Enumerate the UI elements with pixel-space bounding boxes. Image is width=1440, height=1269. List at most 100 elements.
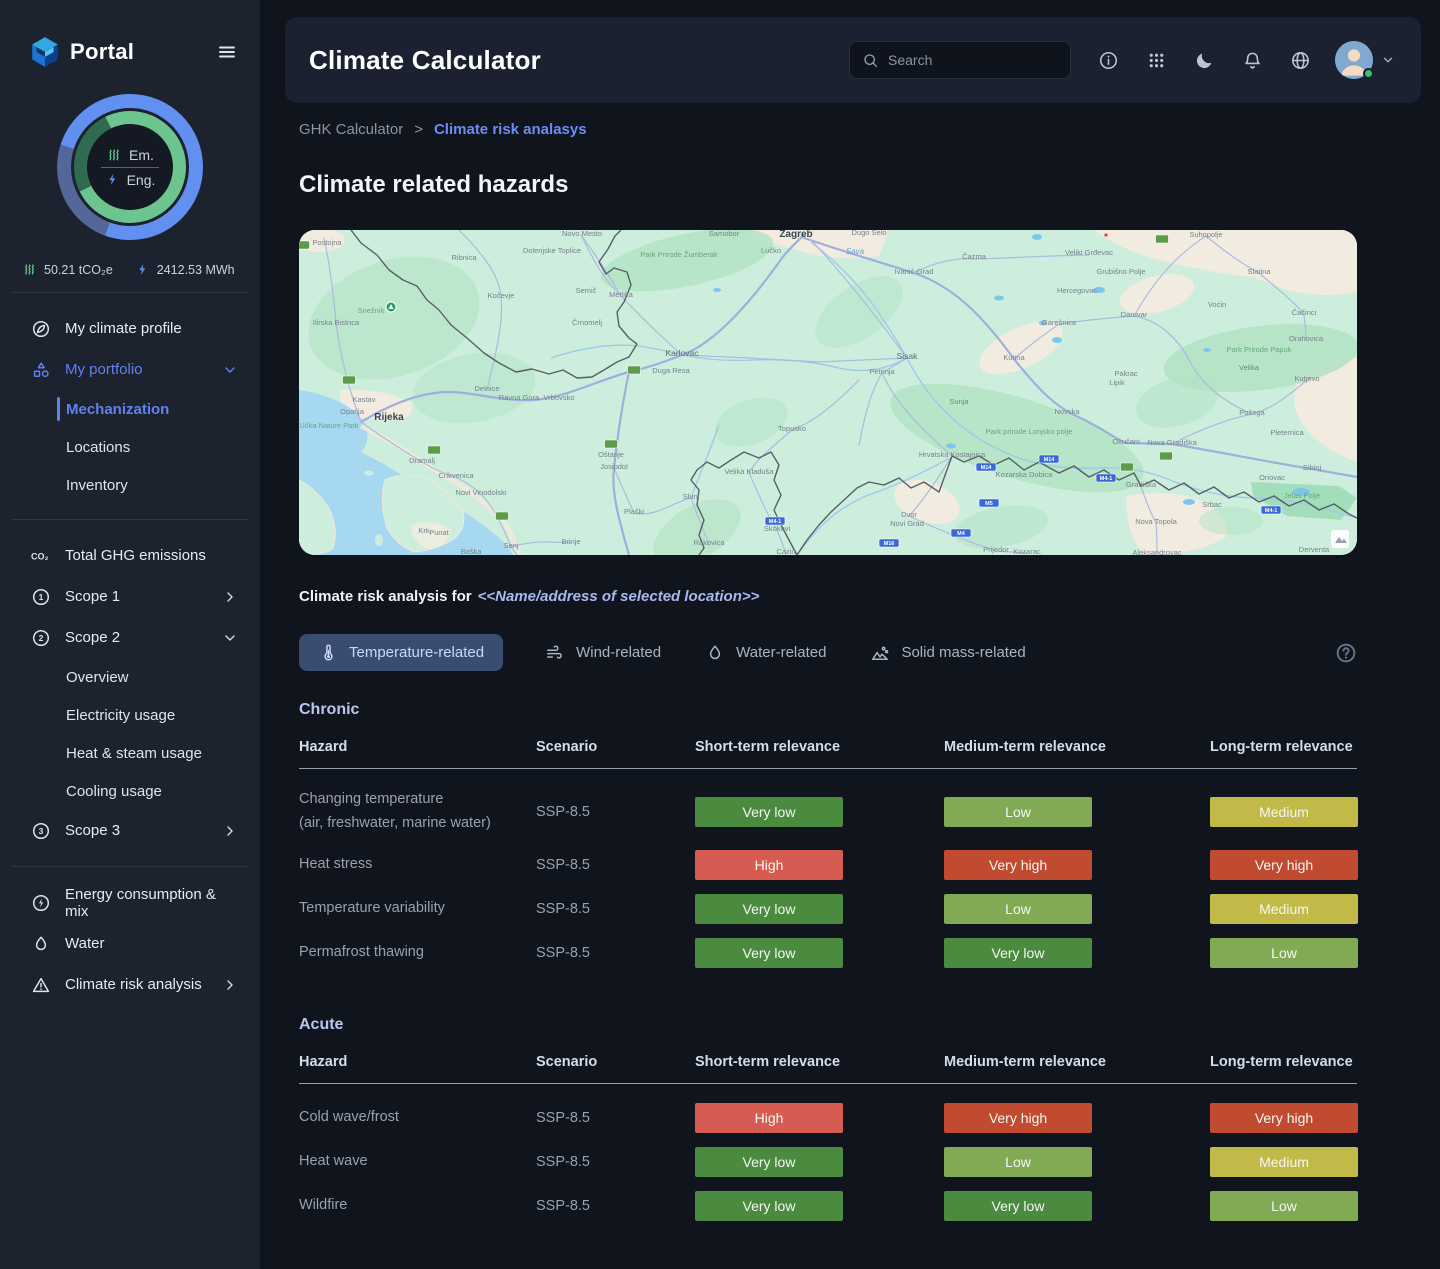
road-shield	[427, 445, 441, 455]
map-attribution-icon[interactable]	[1331, 530, 1349, 548]
chevron-down-icon	[1381, 53, 1395, 67]
risk-badge-very_low: Very low	[695, 893, 843, 924]
sidebar-item-scope-2[interactable]: 2 Scope 2	[0, 617, 260, 658]
sidebar-item-label: Total GHG emissions	[65, 547, 206, 564]
svg-text:Ilirska Bistrica: Ilirska Bistrica	[313, 318, 360, 327]
search-icon	[862, 52, 879, 69]
road-shield	[1159, 451, 1173, 461]
tab-water-related[interactable]: Water-related	[703, 634, 828, 671]
sidebar-subitem-cooling-usage[interactable]: Cooling usage	[0, 772, 260, 810]
sidebar-subitem-electricity-usage[interactable]: Electricity usage	[0, 696, 260, 734]
risk-badge-very_low: Very low	[695, 1146, 843, 1177]
road-shield: M4-1	[764, 516, 786, 526]
breadcrumb-parent[interactable]: GHK Calculator	[299, 121, 403, 138]
tab-temperature-related[interactable]: Temperature-related	[299, 634, 504, 671]
user-menu[interactable]	[1335, 41, 1395, 79]
road-shield: M14	[1038, 454, 1060, 464]
emissions-energy-gauge: Em. Eng.	[57, 94, 203, 240]
map[interactable]: Postojna Ilirska Bistrica Snežnik Ribnica Ko…	[299, 230, 1357, 555]
risk-badge-medium: Medium	[1210, 1146, 1358, 1177]
svg-text:Dramalj: Dramalj	[409, 456, 435, 465]
apps-grid-icon[interactable]	[1146, 50, 1167, 71]
road-shield: M16	[878, 538, 900, 548]
hazard-cell: Heat wave	[299, 1152, 368, 1169]
svg-text:M4: M4	[957, 531, 966, 537]
info-icon[interactable]	[1098, 50, 1119, 71]
svg-text:Garešnica: Garešnica	[1042, 318, 1077, 327]
table-row: Wildfire SSP-8.5 Very low Very low Low	[299, 1184, 1358, 1228]
search-box[interactable]	[849, 41, 1071, 79]
main: Climate Calculator GHK Calculator	[260, 0, 1440, 1269]
scenario-cell: SSP-8.5	[536, 1153, 590, 1170]
sidebar: Portal Em. Eng. 50.21 tCO₂e 2412.53 MWh …	[0, 0, 260, 1269]
road-shield	[299, 240, 310, 250]
relevance-cell: High	[695, 849, 944, 880]
breadcrumb-current[interactable]: Climate risk analasys	[434, 121, 587, 138]
tab-wind-related[interactable]: Wind-related	[543, 634, 663, 671]
relevance-cell: Medium	[1210, 796, 1358, 827]
avatar[interactable]	[1335, 41, 1374, 79]
tab-solid-mass-related[interactable]: Solid mass-related	[868, 634, 1027, 671]
svg-text:3: 3	[39, 826, 44, 836]
sidebar-item-scope-3[interactable]: 3 Scope 3	[0, 810, 260, 851]
table-row: Temperature variability SSP-8.5 Very low Lo…	[299, 887, 1358, 931]
sidebar-item-water[interactable]: Water	[0, 923, 260, 964]
svg-text:2: 2	[39, 633, 44, 643]
dark-mode-moon-icon[interactable]	[1194, 50, 1215, 71]
relevance-cell: Low	[944, 796, 1210, 827]
language-globe-icon[interactable]	[1290, 50, 1311, 71]
help-icon[interactable]	[1335, 642, 1357, 664]
sidebar-subitem-label: Mechanization	[66, 400, 170, 418]
svg-text:Sisak: Sisak	[897, 351, 919, 361]
scope-3-icon: 3	[30, 821, 52, 841]
svg-text:Krk: Krk	[418, 526, 430, 535]
svg-text:Suhopolje: Suhopolje	[1189, 230, 1222, 239]
svg-text:Velika: Velika	[1239, 363, 1260, 372]
svg-text:Dolenjske Toplice: Dolenjske Toplice	[523, 246, 581, 255]
sidebar-item-total-ghg-emissions[interactable]: CO₂ Total GHG emissions	[0, 535, 260, 576]
svg-text:M14: M14	[1044, 457, 1056, 463]
risk-badge-high: High	[695, 849, 843, 880]
relevance-cell: Very high	[1210, 1102, 1358, 1133]
sidebar-item-climate-risk-analysis[interactable]: Climate risk analysis	[0, 964, 260, 1005]
sidebar-subitem-label: Inventory	[66, 476, 128, 494]
hamburger-menu-icon[interactable]	[216, 42, 238, 62]
online-status-dot	[1363, 68, 1374, 79]
svg-text:Samobor: Samobor	[709, 230, 740, 238]
column-header: Short-term relevance	[695, 1053, 841, 1070]
sidebar-subitem-overview[interactable]: Overview	[0, 658, 260, 696]
svg-text:Zagreb: Zagreb	[779, 230, 812, 240]
chevron-right-icon	[222, 823, 238, 839]
svg-text:Skokovi: Skokovi	[764, 524, 791, 533]
sidebar-item-energy-consumption-mix[interactable]: Energy consumption & mix	[0, 882, 260, 923]
relevance-cell: Very low	[944, 1190, 1210, 1221]
hazard-category-tabs: Temperature-related Wind-related Water-rel…	[299, 634, 1357, 671]
road-shield: M14	[975, 462, 997, 472]
emissions-value: 50.21 tCO₂e	[44, 262, 113, 277]
relevance-cell: Low	[1210, 1190, 1358, 1221]
hazard-cell: Temperature variability	[299, 899, 445, 916]
risk-tables: Chronic Hazard Scenario Short-term relevanc…	[299, 701, 1358, 1228]
brand-row: Portal	[0, 0, 260, 68]
risk-badge-medium: Medium	[1210, 796, 1358, 827]
search-input[interactable]	[888, 52, 1038, 68]
svg-text:Duga Resa: Duga Resa	[652, 366, 690, 375]
svg-text:Orahovica: Orahovica	[1289, 334, 1324, 343]
svg-text:Srbac: Srbac	[1202, 500, 1222, 509]
emissions-wave-icon	[22, 262, 37, 277]
risk-badge-high: High	[695, 1102, 843, 1133]
sidebar-subitem-inventory[interactable]: Inventory	[0, 466, 260, 504]
sidebar-subitem-mechanization[interactable]: Mechanization	[0, 390, 260, 428]
svg-text:Grubišno Polje: Grubišno Polje	[1096, 267, 1145, 276]
svg-text:Učka Nature Park: Učka Nature Park	[299, 421, 358, 430]
svg-text:Dvor: Dvor	[901, 510, 917, 519]
notifications-bell-icon[interactable]	[1242, 50, 1263, 71]
sidebar-item-my-climate-profile[interactable]: My climate profile	[0, 308, 260, 349]
sidebar-subitem-heat-steam-usage[interactable]: Heat & steam usage	[0, 734, 260, 772]
sidebar-subitem-locations[interactable]: Locations	[0, 428, 260, 466]
relevance-cell: Very high	[944, 1102, 1210, 1133]
svg-text:Kozarska Dubica: Kozarska Dubica	[996, 470, 1054, 479]
sidebar-item-label: Water	[65, 935, 105, 952]
sidebar-item-scope-1[interactable]: 1 Scope 1	[0, 576, 260, 617]
sidebar-item-my-portfolio[interactable]: My portfolio	[0, 349, 260, 390]
